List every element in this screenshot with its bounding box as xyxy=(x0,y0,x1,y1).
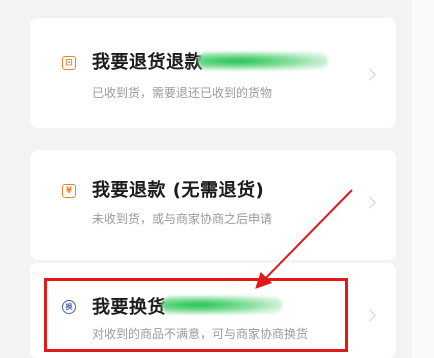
chevron-right-icon xyxy=(363,309,376,322)
chevron-right-icon xyxy=(363,68,376,81)
option-return-refund[interactable]: ⊡ 我要退货退款 已收到货，需要退还已收到的货物 xyxy=(30,18,396,128)
highlight-box xyxy=(44,278,348,352)
refund-return-icon: ⊡ xyxy=(62,56,76,70)
option-refund-only[interactable]: ¥ 我要退款 (无需退货) 未收到货，或与商家协商之后申请 xyxy=(30,150,396,260)
chevron-right-icon xyxy=(363,196,376,209)
refund-only-icon: ¥ xyxy=(62,184,76,198)
after-sales-options-screen: ⊡ 我要退货退款 已收到货，需要退还已收到的货物 ¥ 我要退款 (无需退货) 未… xyxy=(0,0,434,358)
redaction-blur xyxy=(198,52,328,70)
option-title: 我要退货退款 xyxy=(92,52,203,73)
option-subtitle: 已收到货，需要退还已收到的货物 xyxy=(92,86,273,100)
option-title: 我要退款 (无需退货) xyxy=(92,180,265,201)
scroll-edge xyxy=(412,0,434,358)
option-subtitle: 未收到货，或与商家协商之后申请 xyxy=(92,212,273,226)
